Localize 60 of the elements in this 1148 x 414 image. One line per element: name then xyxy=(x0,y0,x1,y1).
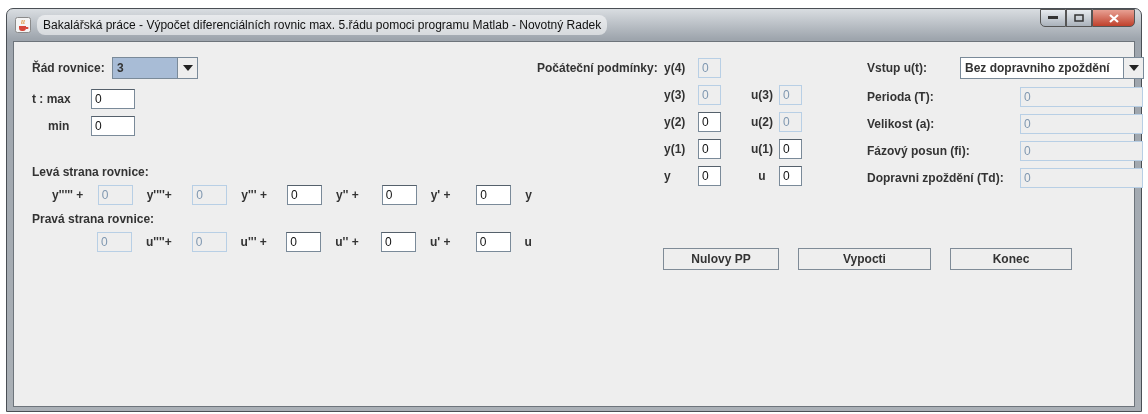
input-field[interactable]: 0 xyxy=(476,184,512,205)
window-title: Bakalářská práce - Výpočet diferenciálních rovnic max. 5.řádu pomoci programu Matlab - Novotný Radek xyxy=(37,15,608,35)
field-label: Velikost (a): xyxy=(867,115,936,133)
button[interactable]: Vypocti xyxy=(798,248,931,270)
field-label: Vstup u(t): xyxy=(867,59,928,77)
dropdown-value[interactable]: 3 xyxy=(113,57,177,78)
field-label: u(3) xyxy=(750,86,774,104)
field-label: Perioda (T): xyxy=(867,88,935,106)
term-label: y'' + xyxy=(335,186,360,204)
input-field[interactable]: 0 xyxy=(475,231,511,252)
field-label: u(2) xyxy=(750,113,774,131)
field-label: Dopravni zpoždění (Td): xyxy=(867,169,1005,187)
caret-icon xyxy=(1128,64,1139,71)
button[interactable]: Nulovy PP xyxy=(663,248,779,270)
term-label: y''''+ xyxy=(146,186,173,204)
term-label: y''' + xyxy=(241,186,268,204)
term-label: u'' + xyxy=(335,233,360,251)
input-field[interactable]: 0 xyxy=(779,138,802,159)
dropdown-button[interactable] xyxy=(1123,57,1143,78)
input-field[interactable]: 0 xyxy=(380,231,416,252)
field-label: Fázový posun (fi): xyxy=(867,142,971,160)
term-label: y xyxy=(525,186,532,204)
section-label: Levá strana rovnice: xyxy=(32,164,150,181)
section-label: Počáteční podmínky: xyxy=(537,59,659,77)
term-label: u' + xyxy=(429,233,452,251)
term-label: y' + xyxy=(430,186,452,204)
close-icon xyxy=(1108,13,1119,23)
input-field[interactable]: 0 xyxy=(91,88,135,109)
field-label: u xyxy=(757,167,767,185)
field-label: Řád rovnice: xyxy=(32,59,106,77)
field-label: t : max xyxy=(32,90,72,108)
input-field[interactable]: 0 xyxy=(779,165,802,186)
input-field[interactable]: 0 xyxy=(698,111,721,132)
minimize-button[interactable] xyxy=(1040,9,1066,27)
field-label: y(3) xyxy=(664,86,687,104)
term-label: u''' + xyxy=(240,233,268,251)
field-label: y(1) xyxy=(664,140,687,158)
field-label: y(4) xyxy=(664,59,687,77)
term-label: u xyxy=(524,233,532,251)
section-label: Pravá strana rovnice: xyxy=(32,211,156,228)
term-label: y''''' + xyxy=(52,186,85,204)
input-field[interactable]: 0 xyxy=(698,138,721,159)
term-label: u''''+ xyxy=(145,233,173,251)
input-field[interactable]: 0 xyxy=(287,184,322,205)
field-label: y(2) xyxy=(664,113,687,131)
input-field[interactable]: 0 xyxy=(698,165,721,186)
input-field[interactable]: 0 xyxy=(381,184,417,205)
field-label: min xyxy=(47,117,71,135)
input-field[interactable]: 0 xyxy=(91,115,135,136)
maximize-button[interactable] xyxy=(1066,9,1092,27)
cup-icon xyxy=(15,17,31,33)
field-label: y xyxy=(664,167,672,185)
button[interactable]: Konec xyxy=(950,248,1072,270)
dropdown-button[interactable] xyxy=(177,57,197,78)
field-label: u(1) xyxy=(750,140,774,158)
caret-icon xyxy=(182,64,193,71)
maximize-icon xyxy=(1074,14,1084,22)
minimize-icon xyxy=(1048,16,1058,20)
input-field[interactable]: 0 xyxy=(286,231,322,252)
close-button[interactable] xyxy=(1092,9,1135,27)
